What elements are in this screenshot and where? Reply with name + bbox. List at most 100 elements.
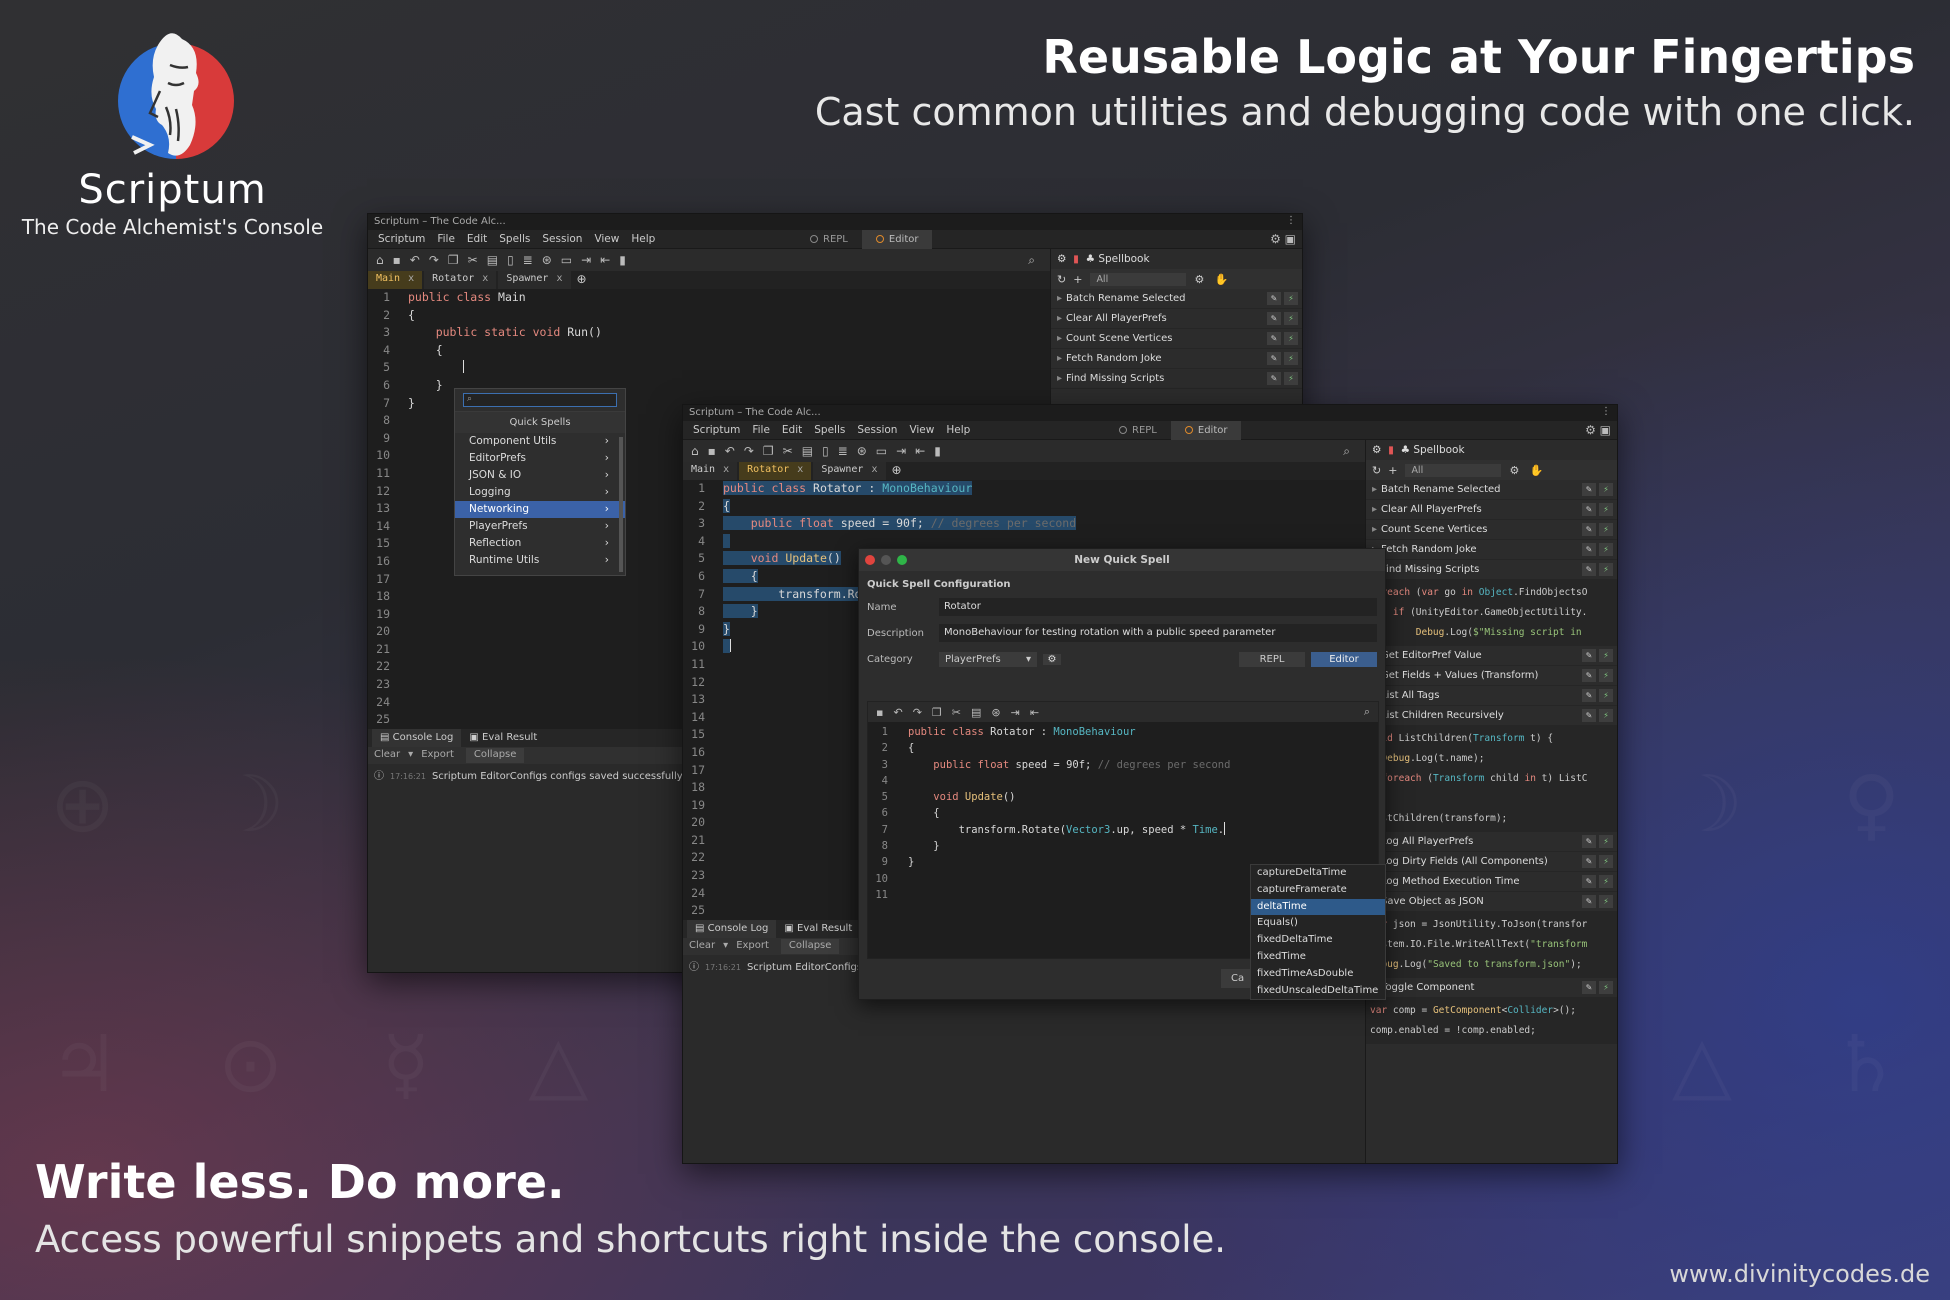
indent-icon[interactable]: ≣ — [838, 444, 848, 458]
menu-session[interactable]: Session — [851, 424, 903, 436]
menu-edit[interactable]: Edit — [461, 233, 493, 245]
spell-item[interactable]: ▸Log Dirty Fields (All Components)✎⚡ — [1366, 852, 1617, 872]
edit-icon[interactable]: ✎ — [1267, 352, 1281, 365]
quick-spell-category[interactable]: Reflection › — [455, 535, 625, 552]
run-icon[interactable]: ⊛ — [857, 444, 867, 458]
tab-console-log[interactable]: ▤ Console Log — [372, 729, 462, 747]
cast-icon[interactable]: ⚡ — [1599, 543, 1613, 556]
edit-icon[interactable]: ✎ — [1267, 312, 1281, 325]
spell-item[interactable]: ▸List All Tags✎⚡ — [1366, 686, 1617, 706]
spell-item[interactable]: ▸List Children Recursively✎⚡ — [1366, 706, 1617, 726]
edit-icon[interactable]: ✎ — [1582, 503, 1596, 516]
tab-rotator[interactable]: Rotator x — [424, 271, 497, 289]
mode-editor[interactable]: Editor — [861, 230, 933, 249]
spell-item[interactable]: ▸Find Missing Scripts✎⚡ — [1051, 369, 1302, 389]
close-icon[interactable]: x — [556, 273, 562, 284]
spell-item[interactable]: ▸Fetch Random Joke✎⚡ — [1051, 349, 1302, 369]
hand-icon[interactable]: ✋ — [1530, 464, 1544, 477]
settings-icon[interactable]: ⚙ ▣ — [1585, 423, 1611, 437]
gear-icon[interactable]: ⚙ — [1043, 653, 1061, 665]
mode-editor-button[interactable]: Editor — [1311, 651, 1377, 667]
spell-item[interactable]: ▸Log All PlayerPrefs✎⚡ — [1366, 832, 1617, 852]
mode-repl-button[interactable]: REPL — [1239, 651, 1305, 667]
autocomplete-item[interactable]: captureFramerate — [1251, 882, 1385, 899]
settings-icon[interactable]: ⚙ — [1509, 464, 1519, 477]
more-icon[interactable]: ⋮ — [1286, 215, 1296, 226]
name-field[interactable]: Rotator — [939, 598, 1377, 616]
edit-icon[interactable]: ✎ — [1582, 709, 1596, 722]
cast-icon[interactable]: ⚡ — [1599, 855, 1613, 868]
quick-spell-category[interactable]: PlayerPrefs › — [455, 518, 625, 535]
export-button[interactable]: Export — [421, 747, 462, 764]
edit-icon[interactable]: ✎ — [1582, 523, 1596, 536]
quick-spell-category[interactable]: Logging › — [455, 484, 625, 501]
gear-icon[interactable]: ⚙ — [1057, 253, 1066, 265]
copy-icon[interactable]: ❐ — [932, 706, 942, 719]
menu-spells[interactable]: Spells — [808, 424, 851, 436]
undo-icon[interactable]: ↶ — [725, 444, 735, 458]
indent-icon[interactable]: ≣ — [523, 253, 533, 267]
import-icon[interactable]: ⇥ — [896, 444, 906, 458]
home-icon[interactable]: ⌂ — [376, 253, 384, 267]
menu-scriptum[interactable]: Scriptum — [687, 424, 746, 436]
close-icon[interactable]: x — [723, 464, 729, 475]
cast-icon[interactable]: ⚡ — [1599, 649, 1613, 662]
spell-item[interactable]: ▸ Count Scene Vertices ✎ ⚡ — [1051, 329, 1302, 349]
edit-icon[interactable]: ✎ — [1582, 855, 1596, 868]
minimize-window-icon[interactable] — [881, 555, 891, 565]
spell-item[interactable]: ▸Fetch Random Joke✎⚡ — [1366, 540, 1617, 560]
gear-icon[interactable]: ⚙ — [1372, 444, 1381, 456]
edit-icon[interactable]: ✎ — [1582, 895, 1596, 908]
close-window-icon[interactable] — [865, 555, 875, 565]
tab-spawner[interactable]: Spawner x — [498, 271, 571, 289]
edit-icon[interactable]: ✎ — [1582, 669, 1596, 682]
autocomplete-item[interactable]: fixedDeltaTime — [1251, 932, 1385, 949]
menu-file[interactable]: File — [746, 424, 776, 436]
quick-spell-category[interactable]: Networking › — [455, 501, 625, 518]
book-icon[interactable]: ▮ — [1073, 253, 1079, 265]
menu-help[interactable]: Help — [625, 233, 661, 245]
run-icon[interactable]: ⊛ — [991, 706, 1000, 719]
menu-file[interactable]: File — [431, 233, 461, 245]
spell-item[interactable]: ▸Find Missing Scripts✎⚡ — [1366, 560, 1617, 580]
menu-edit[interactable]: Edit — [776, 424, 808, 436]
export-button[interactable]: Export — [736, 938, 777, 955]
chevron-down-icon[interactable]: ▾ — [723, 938, 736, 955]
tab-console-log[interactable]: ▤ Console Log — [687, 920, 777, 938]
add-icon[interactable]: + — [1073, 273, 1082, 286]
cast-icon[interactable]: ⚡ — [1599, 503, 1613, 516]
menu-session[interactable]: Session — [536, 233, 588, 245]
autocomplete-item[interactable]: Equals() — [1251, 915, 1385, 932]
refresh-icon[interactable]: ↻ — [1057, 273, 1066, 286]
tab-spawner[interactable]: Spawner x — [813, 462, 886, 480]
zoom-icon[interactable]: ⌕ — [1364, 705, 1370, 719]
clear-button[interactable]: Clear — [689, 938, 723, 955]
book-icon[interactable]: ▮ — [1388, 444, 1394, 456]
category-filter[interactable]: All — [1090, 272, 1187, 286]
add-tab-icon[interactable]: ⊕ — [888, 462, 906, 480]
edit-icon[interactable]: ✎ — [1582, 649, 1596, 662]
cast-icon[interactable]: ⚡ — [1599, 523, 1613, 536]
collapse-button[interactable]: Collapse — [465, 748, 525, 763]
redo-icon[interactable]: ↷ — [429, 253, 439, 267]
cast-icon[interactable]: ⚡ — [1599, 875, 1613, 888]
undo-icon[interactable]: ↶ — [410, 253, 420, 267]
edit-icon[interactable]: ✎ — [1582, 835, 1596, 848]
menu-help[interactable]: Help — [940, 424, 976, 436]
redo-icon[interactable]: ↷ — [744, 444, 754, 458]
delete-icon[interactable]: ▯ — [507, 253, 514, 267]
export-icon[interactable]: ⇤ — [915, 444, 925, 458]
cast-icon[interactable]: ⚡ — [1599, 563, 1613, 576]
edit-icon[interactable]: ✎ — [1582, 483, 1596, 496]
autocomplete-item[interactable]: fixedTimeAsDouble — [1251, 966, 1385, 983]
cast-icon[interactable]: ⚡ — [1599, 689, 1613, 702]
edit-icon[interactable]: ✎ — [1267, 292, 1281, 305]
scrollbar[interactable] — [619, 437, 623, 572]
edit-icon[interactable]: ✎ — [1582, 543, 1596, 556]
zoom-icon[interactable]: ⌕ — [1028, 253, 1035, 268]
paste-icon[interactable]: ▤ — [802, 444, 813, 458]
cast-icon[interactable]: ⚡ — [1599, 669, 1613, 682]
cast-icon[interactable]: ⚡ — [1284, 292, 1298, 305]
spell-item[interactable]: ▸ Batch Rename Selected ✎ ⚡ — [1051, 289, 1302, 309]
collapse-button[interactable]: Collapse — [780, 939, 840, 954]
